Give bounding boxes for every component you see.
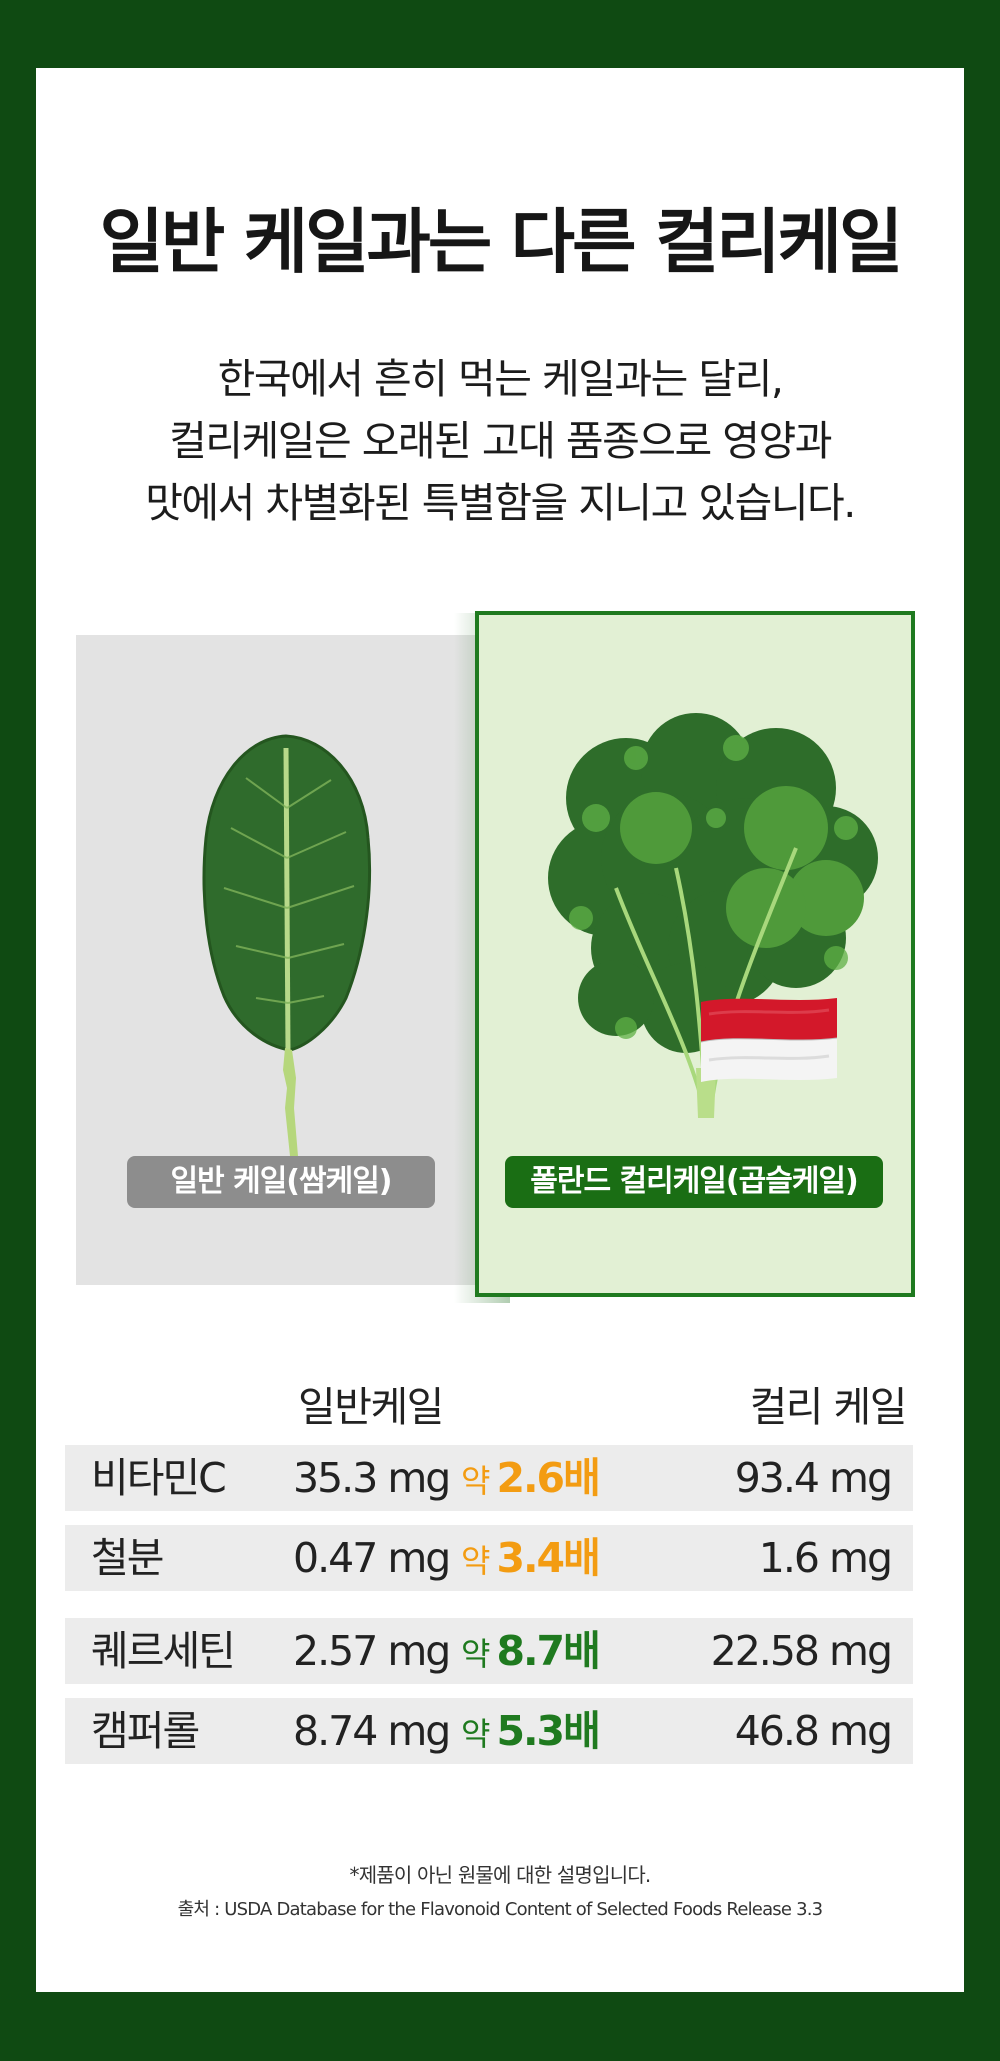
ratio-number: 5.3배 [496,1707,600,1755]
table-row: 캠퍼롤 8.74 mg 약 5.3배 46.8 mg [65,1698,913,1764]
normal-value: 2.57 mg [293,1627,451,1675]
description-line: 컬리케일은 오래된 고대 품종으로 영양과 [169,417,832,465]
column-header-curly: 컬리 케일 [749,1383,908,1431]
ratio-number: 3.4배 [496,1534,600,1582]
ratio-prefix: 약 [461,1715,490,1753]
curly-value: 46.8 mg [734,1707,893,1755]
disclaimer-note: *제품이 아닌 원물에 대한 설명입니다. [349,1863,652,1887]
ratio-value: 약 8.7배 [461,1618,601,1684]
ratio-prefix: 약 [461,1635,490,1673]
nutrient-name: 퀘르세틴 [91,1627,236,1675]
ratio-value: 약 5.3배 [461,1698,601,1764]
page-title: 일반 케일과는 다른 컬리케일 [99,201,904,283]
ratio-prefix: 약 [461,1542,490,1580]
curly-value: 22.58 mg [710,1627,893,1675]
nutrient-name: 철분 [91,1534,164,1582]
curly-kale-label: 폴란드 컬리케일(곱슬케일) [505,1156,883,1208]
ratio-number: 8.7배 [496,1627,600,1675]
poland-flag-icon [700,998,838,1082]
source-note: 출처 : USDA Database for the Flavonoid Con… [177,1899,823,1920]
nutrient-name: 캠퍼롤 [91,1707,200,1755]
table-row: 비타민C 35.3 mg 약 2.6배 93.4 mg [65,1445,913,1511]
column-header-normal: 일반케일 [298,1383,444,1431]
content-card: 일반 케일과는 다른 컬리케일 한국에서 흔히 먹는 케일과는 달리, 컬리케일… [36,68,964,1992]
description-line: 한국에서 흔히 먹는 케일과는 달리, [217,355,784,403]
normal-value: 8.74 mg [293,1707,451,1755]
description-line: 맛에서 차별화된 특별함을 지니고 있습니다. [145,479,856,527]
regular-kale-label: 일반 케일(쌈케일) [127,1156,435,1208]
description: 한국에서 흔히 먹는 케일과는 달리, 컬리케일은 오래된 고대 품종으로 영양… [36,348,964,534]
ratio-value: 약 3.4배 [461,1525,601,1591]
normal-value: 35.3 mg [293,1454,451,1502]
ratio-prefix: 약 [461,1462,490,1500]
normal-value: 0.47 mg [293,1534,451,1582]
table-row: 철분 0.47 mg 약 3.4배 1.6 mg [65,1525,913,1591]
table-row: 퀘르세틴 2.57 mg 약 8.7배 22.58 mg [65,1618,913,1684]
curly-value: 93.4 mg [734,1454,893,1502]
ratio-number: 2.6배 [496,1454,600,1502]
collard-leaf-image [202,734,372,1156]
curly-value: 1.6 mg [758,1534,893,1582]
nutrient-name: 비타민C [91,1454,227,1502]
ratio-value: 약 2.6배 [461,1445,601,1511]
